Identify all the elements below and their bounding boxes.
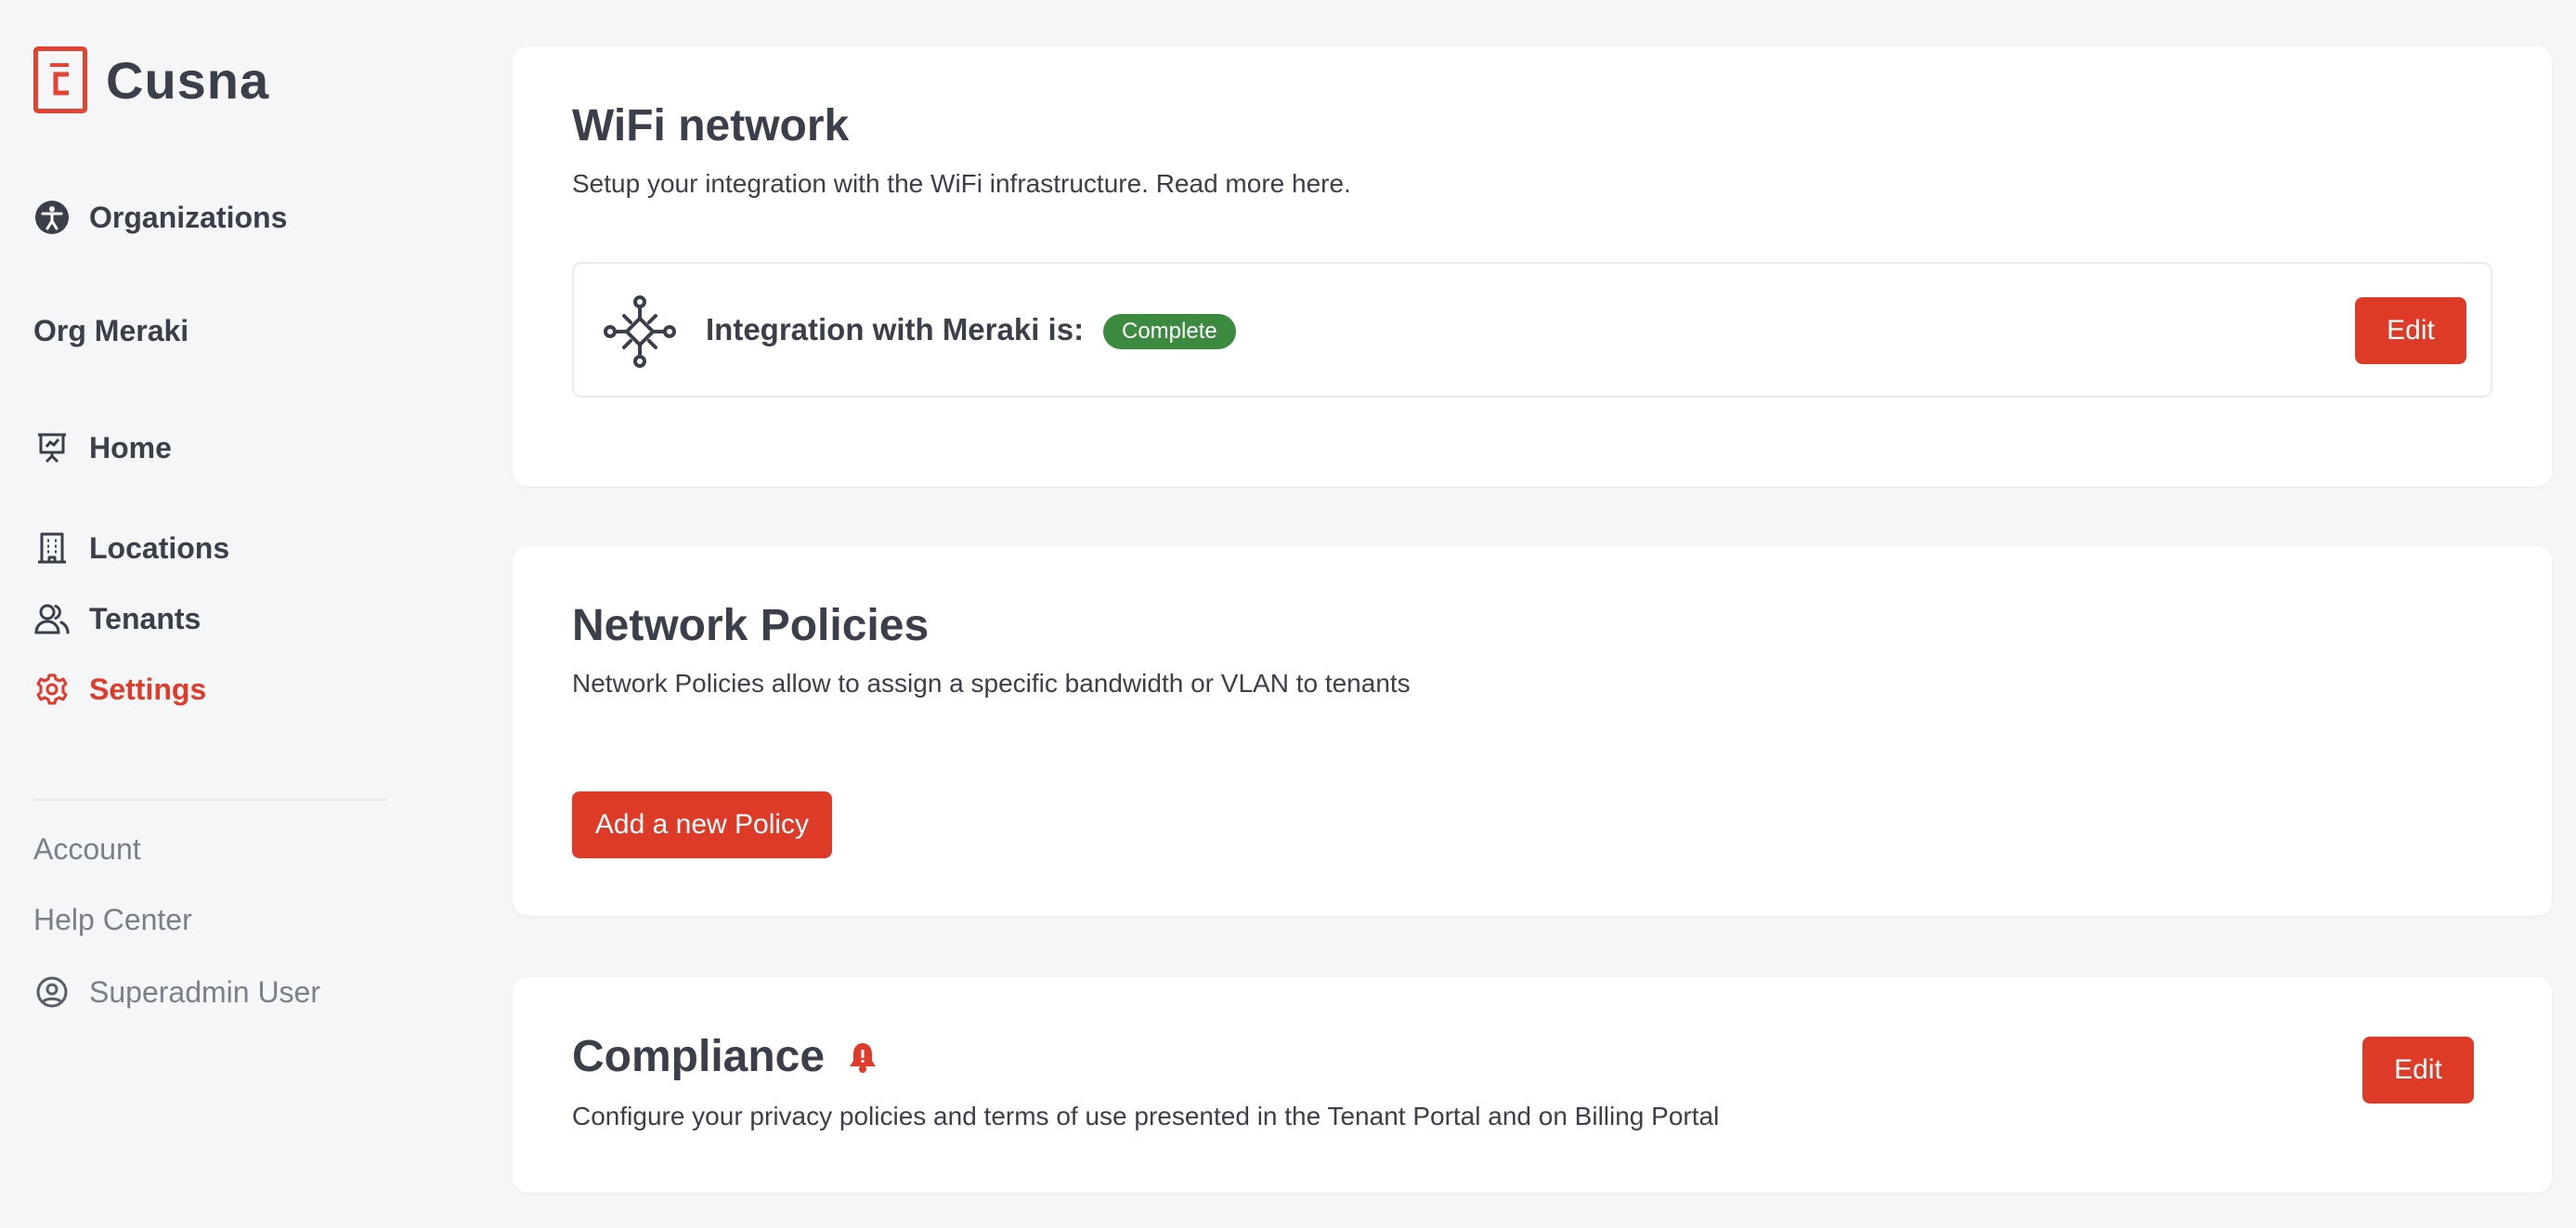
gear-icon: [33, 671, 71, 708]
wifi-network-card: WiFi network Setup your integration with…: [513, 46, 2552, 487]
account-link[interactable]: Account: [33, 832, 141, 867]
brand-logo[interactable]: Cusna: [33, 46, 269, 113]
user-menu[interactable]: Superadmin User: [33, 973, 320, 1011]
account-label: Account: [33, 832, 141, 866]
nav-settings-label: Settings: [89, 672, 207, 706]
integration-panel: Integration with Meraki is: Complete Edi…: [572, 262, 2492, 398]
org-name: Org Meraki: [33, 314, 189, 347]
compliance-card-description: Configure your privacy policies and term…: [572, 1102, 1720, 1130]
nav-organizations-label: Organizations: [89, 200, 288, 234]
sidebar: Cusna Organizations Org Meraki Home Loca…: [0, 0, 483, 1228]
bell-alert-icon: [847, 1040, 878, 1074]
accessibility-icon: [33, 199, 71, 236]
nav-locations[interactable]: Locations: [33, 529, 229, 567]
sidebar-divider: [33, 799, 386, 801]
compliance-card: Compliance Configure your privacy polici…: [513, 977, 2552, 1193]
nav-home-label: Home: [89, 430, 172, 464]
integration-label: Integration with Meraki is:: [706, 312, 1085, 346]
nav-settings[interactable]: Settings: [33, 671, 206, 708]
policies-card-description: Network Policies allow to assign a speci…: [572, 669, 1411, 698]
nav-organizations[interactable]: Organizations: [33, 199, 287, 236]
nav-home[interactable]: Home: [33, 429, 172, 466]
wifi-edit-button[interactable]: Edit: [2355, 297, 2466, 364]
help-center-label: Help Center: [33, 903, 192, 936]
nav-tenants-label: Tenants: [89, 601, 202, 635]
compliance-edit-button[interactable]: Edit: [2362, 1037, 2474, 1104]
nav-tenants[interactable]: Tenants: [33, 600, 201, 637]
network-policies-card: Network Policies Network Policies allow …: [513, 546, 2552, 916]
compliance-card-title: Compliance: [572, 1031, 878, 1082]
status-badge: Complete: [1103, 314, 1236, 349]
logo-icon: [33, 46, 87, 113]
nav-locations-label: Locations: [89, 530, 230, 565]
user-circle-icon: [33, 973, 71, 1011]
compliance-title-text: Compliance: [572, 1032, 826, 1081]
user-name: Superadmin User: [89, 974, 320, 1009]
wifi-card-title: WiFi network: [572, 101, 850, 150]
presentation-chart-icon: [33, 429, 71, 466]
brand-name: Cusna: [106, 50, 270, 110]
policies-card-title: Network Policies: [572, 601, 930, 650]
add-policy-button[interactable]: Add a new Policy: [572, 791, 832, 858]
wifi-card-description: Setup your integration with the WiFi inf…: [572, 169, 1351, 198]
building-icon: [33, 529, 71, 567]
help-center-link[interactable]: Help Center: [33, 903, 192, 937]
users-icon: [33, 600, 71, 637]
network-hub-icon: [602, 294, 678, 370]
